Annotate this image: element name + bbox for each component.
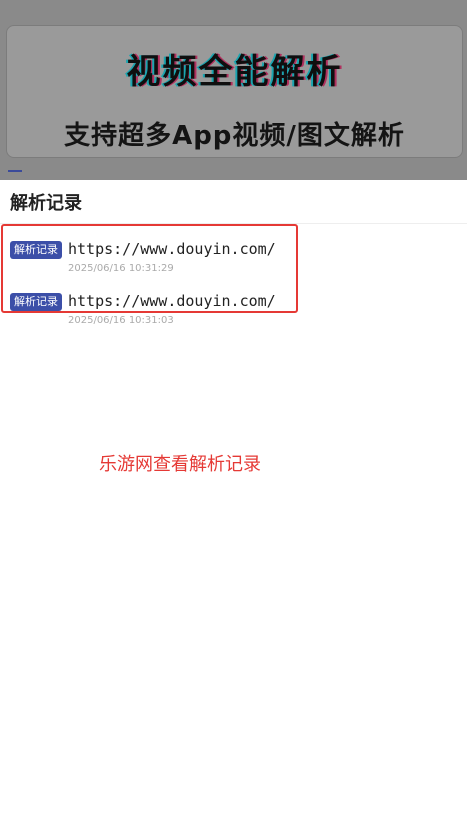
history-sheet: 解析记录 解析记录 https://www.douyin.com/ 2025/0…	[0, 180, 467, 834]
screen: 视频全能解析 支持超多App视频/图文解析 解析记录 解析记录 https://…	[0, 0, 467, 834]
sheet-header: 解析记录	[0, 180, 467, 224]
background-icon	[8, 170, 22, 178]
background-overlay[interactable]: 视频全能解析 支持超多App视频/图文解析	[0, 0, 467, 180]
caption-annotation: 乐游网查看解析记录	[99, 454, 261, 475]
highlight-annotation	[1, 224, 298, 313]
sheet-title: 解析记录	[10, 192, 82, 214]
record-time: 2025/06/16 10:31:03	[68, 315, 174, 326]
banner-subtitle: 支持超多App视频/图文解析	[64, 121, 405, 151]
banner: 视频全能解析 支持超多App视频/图文解析	[6, 25, 463, 158]
banner-title: 视频全能解析	[126, 52, 343, 92]
